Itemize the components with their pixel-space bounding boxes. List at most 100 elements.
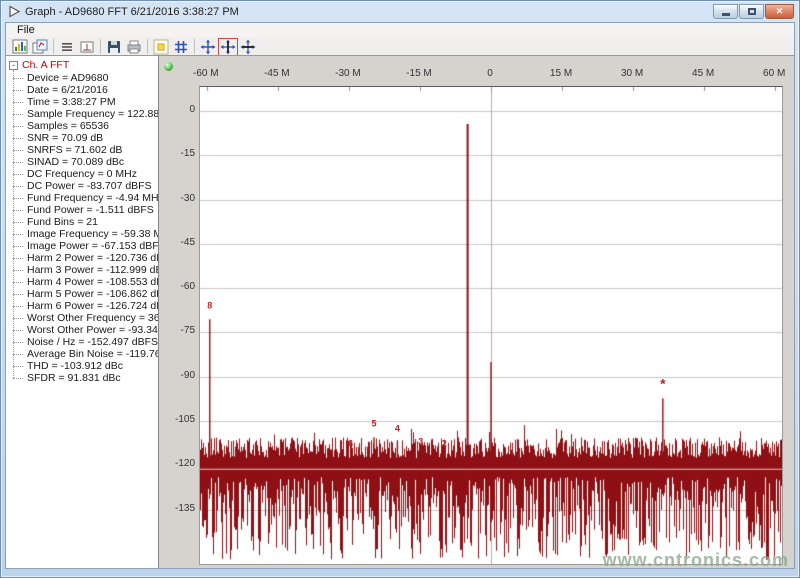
spur-marker-harm2: 2 <box>442 440 447 449</box>
y-axis-tick-label: -135 <box>159 503 195 514</box>
save-button[interactable] <box>104 38 124 56</box>
x-axis-tick-label: 60 M <box>763 68 785 79</box>
fft-stat-item[interactable]: Harm 5 Power = -106.862 dBc <box>6 288 158 300</box>
spur-marker-harm5: 5 <box>371 419 376 428</box>
y-axis-tick-label: -45 <box>159 237 195 248</box>
grid-toggle-button[interactable] <box>171 38 191 56</box>
minimize-icon <box>722 13 730 16</box>
fft-stat-item[interactable]: Harm 4 Power = -108.553 dBc <box>6 276 158 288</box>
spur-marker-harm4: 4 <box>395 424 400 433</box>
tree-root-label: Ch. A FFT <box>22 59 69 71</box>
horizontal-cursor-button[interactable] <box>238 38 258 56</box>
fft-stat-item[interactable]: Fund Bins = 21 <box>6 216 158 228</box>
app-logo-icon <box>8 5 21 18</box>
fft-stat-item[interactable]: SFDR = 91.831 dBc <box>6 372 158 384</box>
spur-marker-harm6: 6 <box>348 440 353 449</box>
window-controls: ✕ <box>712 4 794 19</box>
fft-plot[interactable]: 865432* <box>199 86 783 565</box>
fft-stats-list: Device = AD9680Date = 6/21/2016Time = 3:… <box>6 72 158 384</box>
menu-file[interactable]: File <box>13 24 39 36</box>
horizontal-cursor-icon <box>240 39 256 55</box>
print-icon <box>126 39 142 55</box>
fft-stat-item[interactable]: Noise / Hz = -152.497 dBFS / Hz <box>6 336 158 348</box>
fft-canvas[interactable] <box>200 87 782 564</box>
close-button[interactable]: ✕ <box>765 4 794 19</box>
x-axis-tick-label: -45 M <box>264 68 290 79</box>
fft-stat-item[interactable]: Worst Other Frequency = 36.28 MHz <box>6 312 158 324</box>
tree-root-row[interactable]: -Ch. A FFT <box>6 59 158 72</box>
fft-stat-item[interactable]: Fund Power = -1.511 dBFS <box>6 204 158 216</box>
fft-stat-item[interactable]: Fund Frequency = -4.94 MHz <box>6 192 158 204</box>
fft-stats-panel: -Ch. A FFT Device = AD9680Date = 6/21/20… <box>6 56 159 568</box>
y-axis-tick-label: -120 <box>159 458 195 469</box>
y-axis-tick-label: -105 <box>159 414 195 425</box>
print-button[interactable] <box>124 38 144 56</box>
vertical-cursor-button[interactable] <box>218 38 238 56</box>
x-axis-tick-label: 0 <box>487 68 493 79</box>
fft-stat-item[interactable]: Harm 2 Power = -120.736 dBc <box>6 252 158 264</box>
menubar: File <box>6 23 794 37</box>
fft-stat-item[interactable]: Worst Other Power = -93.343 dBFS <box>6 324 158 336</box>
tree-collapse-icon[interactable]: - <box>9 61 18 70</box>
close-icon: ✕ <box>776 7 784 16</box>
toolbar-separator <box>147 39 148 54</box>
y-axis-tick-label: 0 <box>159 104 195 115</box>
x-axis-tick-label: -60 M <box>193 68 219 79</box>
fft-stat-item[interactable]: Sample Frequency = 122.88 MHz <box>6 108 158 120</box>
cursor-values-button[interactable] <box>77 38 97 56</box>
graph-settings-icon <box>12 39 28 55</box>
pan-cursor-button[interactable] <box>198 38 218 56</box>
fft-stat-item[interactable]: THD = -103.912 dBc <box>6 360 158 372</box>
toolbar-separator <box>194 39 195 54</box>
x-axis-tick-label: -30 M <box>335 68 361 79</box>
fft-stat-item[interactable]: SNR = 70.09 dB <box>6 132 158 144</box>
y-axis-tick-label: -75 <box>159 325 195 336</box>
fft-stat-item[interactable]: DC Power = -83.707 dBFS <box>6 180 158 192</box>
pan-cursor-icon <box>200 39 216 55</box>
toolbar-separator <box>53 39 54 54</box>
list-view-button[interactable] <box>57 38 77 56</box>
content-area: -Ch. A FFT Device = AD9680Date = 6/21/20… <box>6 55 794 568</box>
y-axis-tick-label: -60 <box>159 281 195 292</box>
maximize-icon <box>748 8 756 15</box>
spur-marker-worst-other: * <box>660 379 665 388</box>
y-axis-tick-label: -15 <box>159 148 195 159</box>
toolbar <box>6 37 794 57</box>
x-axis-tick-label: -15 M <box>406 68 432 79</box>
fft-stat-item[interactable]: Harm 6 Power = -126.724 dBc <box>6 300 158 312</box>
x-axis-tick-label: 45 M <box>692 68 714 79</box>
fft-stat-item[interactable]: SINAD = 70.089 dBc <box>6 156 158 168</box>
fft-stat-item[interactable]: Image Power = -67.153 dBFS <box>6 240 158 252</box>
fft-stat-item[interactable]: Device = AD9680 <box>6 72 158 84</box>
spur-marker-harm3: 3 <box>418 437 423 446</box>
fft-stat-item[interactable]: Average Bin Noise = -119.767 dBFS <box>6 348 158 360</box>
fft-stat-item[interactable]: Date = 6/21/2016 <box>6 84 158 96</box>
window-title: Graph - AD9680 FFT 6/21/2016 3:38:27 PM <box>25 6 239 18</box>
single-view-icon <box>153 39 169 55</box>
fft-stat-item[interactable]: Harm 3 Power = -112.999 dBc <box>6 264 158 276</box>
status-led-icon <box>164 62 173 71</box>
fft-stat-item[interactable]: DC Frequency = 0 MHz <box>6 168 158 180</box>
vertical-cursor-icon <box>220 39 236 55</box>
app-window: Graph - AD9680 FFT 6/21/2016 3:38:27 PM … <box>0 0 800 578</box>
single-view-button[interactable] <box>151 38 171 56</box>
y-axis-tick-label: -30 <box>159 193 195 204</box>
copy-graph-icon <box>32 39 48 55</box>
toolbar-separator <box>100 39 101 54</box>
grid-toggle-icon <box>173 39 189 55</box>
fft-stat-item[interactable]: Samples = 65536 <box>6 120 158 132</box>
watermark: www.cntronics.com <box>603 550 789 571</box>
fft-stat-item[interactable]: SNRFS = 71.602 dB <box>6 144 158 156</box>
fft-stat-item[interactable]: Time = 3:38:27 PM <box>6 96 158 108</box>
client-area: File -Ch. A FFT Device = AD9680Date = 6/… <box>5 22 795 569</box>
x-axis-tick-label: 15 M <box>550 68 572 79</box>
save-icon <box>106 39 122 55</box>
maximize-button[interactable] <box>739 4 764 19</box>
list-view-icon <box>59 39 75 55</box>
minimize-button[interactable] <box>713 4 738 19</box>
titlebar[interactable]: Graph - AD9680 FFT 6/21/2016 3:38:27 PM … <box>1 1 799 22</box>
graph-settings-button[interactable] <box>10 38 30 56</box>
y-axis-tick-label: -90 <box>159 370 195 381</box>
fft-stat-item[interactable]: Image Frequency = -59.38 MHz <box>6 228 158 240</box>
copy-graph-button[interactable] <box>30 38 50 56</box>
